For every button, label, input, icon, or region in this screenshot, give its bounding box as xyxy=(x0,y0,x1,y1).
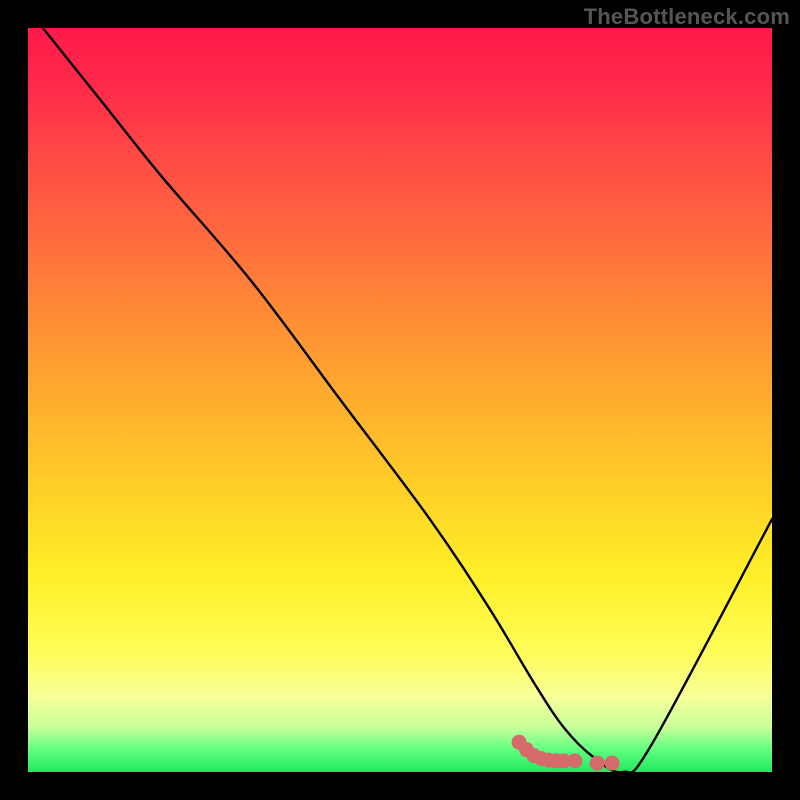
chart-frame: TheBottleneck.com xyxy=(0,0,800,800)
watermark-text: TheBottleneck.com xyxy=(584,4,790,30)
gradient-background xyxy=(28,28,772,772)
plot-area xyxy=(28,28,772,772)
